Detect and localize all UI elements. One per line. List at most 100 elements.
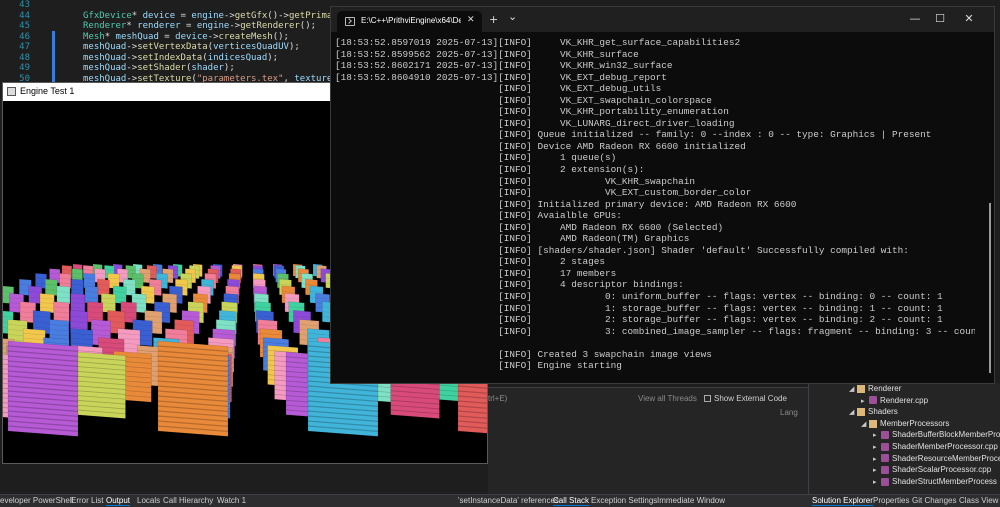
code-line[interactable]: meshQuad->setShader(shader); bbox=[83, 63, 235, 74]
terminal-line: [INFO] Avaialble GPUs: bbox=[335, 210, 622, 222]
solution-file-item[interactable]: ▸ Renderer.cpp bbox=[861, 396, 928, 408]
solution-folder-item[interactable]: ◢ Renderer bbox=[849, 384, 901, 396]
code-line[interactable]: Mesh* meshQuad = device->createMesh(); bbox=[83, 32, 289, 43]
terminal-line: [18:53:52.8597019 2025-07-13][INFO] VK_K… bbox=[335, 37, 741, 48]
tab-properties[interactable]: Properties bbox=[873, 496, 909, 505]
tab-dropdown-button[interactable]: ⌄ bbox=[508, 10, 517, 23]
solution-item-label: ShaderMemberProcessor.cpp bbox=[892, 442, 998, 451]
line-number: 49 bbox=[19, 63, 30, 73]
solution-item-label: ShaderScalarProcessor.cpp bbox=[892, 465, 992, 475]
expand-arrow-icon[interactable]: ▸ bbox=[873, 443, 881, 451]
terminal-line: [INFO] 2 extension(s): bbox=[335, 164, 645, 176]
terminal-line: [INFO] [shaders/shader.json] Shader 'def… bbox=[335, 244, 909, 256]
textured-quad bbox=[101, 293, 116, 314]
textured-quad bbox=[157, 340, 229, 437]
terminal-line: [INFO] VK_EXT_swapchain_colorspace bbox=[335, 94, 712, 106]
terminal-tab[interactable]: E:\C++\PrithviEngine\x64\Del ✕ bbox=[337, 11, 482, 32]
solution-item-label: Renderer bbox=[868, 384, 902, 393]
tab-immediate-window[interactable]: Immediate Window bbox=[657, 496, 725, 505]
expand-arrow-icon[interactable]: ◢ bbox=[849, 385, 857, 393]
terminal-line: [INFO] VK_KHR_swapchain bbox=[335, 175, 696, 187]
terminal-line: [INFO] Engine starting bbox=[335, 360, 622, 372]
terminal-line: [INFO] Queue initialized -- family: 0 --… bbox=[335, 129, 932, 141]
expand-arrow-icon[interactable]: ▸ bbox=[861, 397, 869, 405]
solution-folder-item[interactable]: ◢ Shaders bbox=[849, 407, 898, 419]
code-line[interactable]: Renderer* renderer = engine->getRenderer… bbox=[83, 21, 316, 32]
terminal-window[interactable]: E:\C++\PrithviEngine\x64\Del ✕ + ⌄ — ☐ ✕… bbox=[330, 6, 995, 384]
tab-solution-explorer[interactable]: Solution Explorer bbox=[812, 496, 873, 506]
terminal-tab-bar: E:\C++\PrithviEngine\x64\Del ✕ + ⌄ — ☐ ✕ bbox=[331, 7, 994, 32]
solution-file-item[interactable]: ▸ ShaderStructMemberProcess bbox=[873, 477, 997, 489]
expand-arrow-icon[interactable]: ▸ bbox=[873, 466, 881, 474]
solution-file-item[interactable]: ▸ ShaderBufferBlockMemberPro bbox=[873, 430, 1000, 442]
tab-locals[interactable]: Locals bbox=[137, 496, 160, 505]
terminal-line: [INFO] 1 queue(s) bbox=[335, 152, 617, 164]
tab-git-changes[interactable]: Git Changes bbox=[912, 496, 956, 505]
line-number: 45 bbox=[19, 21, 30, 31]
new-tab-button[interactable]: + bbox=[489, 13, 498, 26]
solution-item-label: ShaderResourceMemberProce bbox=[892, 453, 1000, 463]
tab-error-list[interactable]: Error List bbox=[71, 496, 103, 505]
tab-class-view[interactable]: Class View bbox=[959, 496, 998, 505]
solution-folder-item[interactable]: ◢ MemberProcessors bbox=[861, 419, 949, 431]
terminal-line: [INFO] VK_EXT_debug_utils bbox=[335, 83, 662, 95]
app-window-icon bbox=[7, 87, 16, 96]
tab-watch-1[interactable]: Watch 1 bbox=[217, 496, 246, 505]
language-column-header: Lang bbox=[780, 408, 798, 417]
expand-arrow-icon[interactable]: ◢ bbox=[849, 408, 857, 416]
line-number: 44 bbox=[19, 10, 30, 21]
terminal-line: [INFO] 0: uniform_buffer -- flags: verte… bbox=[335, 291, 943, 303]
code-line[interactable]: meshQuad->setIndexData(indicesQuad); bbox=[83, 53, 278, 64]
cpp-file-icon bbox=[881, 477, 889, 486]
expand-arrow-icon[interactable]: ▸ bbox=[873, 455, 881, 463]
folder-icon bbox=[857, 384, 865, 393]
tab-close-icon[interactable]: ✕ bbox=[467, 15, 475, 25]
show-external-code-button[interactable]: Show External Code bbox=[704, 394, 787, 403]
folder-icon bbox=[869, 419, 877, 428]
solution-file-item[interactable]: ▸ ShaderScalarProcessor.cpp bbox=[873, 465, 991, 477]
terminal-line: [INFO] VK_LUNARG_direct_driver_loading bbox=[335, 117, 735, 129]
expand-arrow-icon[interactable]: ▸ bbox=[873, 478, 881, 486]
tab-exception-settings[interactable]: Exception Settings bbox=[591, 496, 657, 505]
terminal-minimize-button[interactable]: — bbox=[901, 12, 929, 25]
solution-item-label: Renderer.cpp bbox=[880, 395, 929, 405]
textured-quad bbox=[39, 293, 55, 314]
line-number: 43 bbox=[19, 0, 30, 10]
terminal-line: [INFO] Created 3 swapchain image views bbox=[335, 348, 712, 360]
line-number: 47 bbox=[19, 42, 30, 52]
tab-eveloper-powershell[interactable]: eveloper PowerShell bbox=[0, 496, 73, 505]
tab-setinstancedata-references[interactable]: 'setInstanceData' references bbox=[458, 496, 559, 505]
cpp-file-icon bbox=[881, 466, 889, 475]
solution-explorer-panel: ◢ Renderer ▸ Renderer.cpp ◢ Shaders ◢ MemberPro… bbox=[808, 383, 1000, 494]
terminal-line: [INFO] AMD Radeon RX 6600 (Selected) bbox=[335, 221, 724, 233]
solution-file-item[interactable]: ▸ ShaderMemberProcessor.cpp bbox=[873, 442, 998, 454]
terminal-line: [INFO] Device AMD Radeon RX 6600 initial… bbox=[335, 140, 746, 152]
expand-arrow-icon[interactable]: ▸ bbox=[873, 431, 881, 439]
terminal-line: [INFO] 1: storage_buffer -- flags: verte… bbox=[335, 302, 943, 314]
terminal-line: [INFO] AMD Radeon(TM) Graphics bbox=[335, 233, 690, 245]
terminal-maximize-button[interactable]: ☐ bbox=[926, 12, 954, 25]
terminal-line: [INFO] 2 stages bbox=[335, 256, 606, 268]
engine-window-title: Engine Test 1 bbox=[20, 86, 75, 96]
tab-call-hierarchy[interactable]: Call Hierarchy bbox=[163, 496, 213, 505]
terminal-output[interactable]: [18:53:52.8597019 2025-07-13][INFO] VK_K… bbox=[335, 37, 975, 377]
terminal-line: [INFO] 3: combined_image_sampler -- flag… bbox=[335, 325, 975, 337]
folder-icon bbox=[857, 408, 865, 417]
tab-call-stack[interactable]: Call Stack bbox=[553, 496, 590, 506]
change-indicator bbox=[52, 31, 55, 83]
terminal-line: [18:53:52.8602171 2025-07-13][INFO] VK_K… bbox=[335, 60, 673, 72]
view-all-threads-button[interactable]: View all Threads bbox=[638, 394, 697, 403]
terminal-scrollbar[interactable] bbox=[989, 203, 991, 373]
solution-file-item[interactable]: ▸ ShaderResourceMemberProce bbox=[873, 454, 1000, 466]
textured-quad bbox=[71, 278, 84, 296]
textured-quad bbox=[76, 351, 126, 419]
solution-item-label: ShaderStructMemberProcess bbox=[892, 476, 997, 486]
expand-arrow-icon[interactable]: ◢ bbox=[861, 420, 869, 428]
cpp-file-icon bbox=[881, 454, 889, 463]
code-line[interactable]: meshQuad->setVertexData(verticesQuadUV); bbox=[83, 42, 300, 53]
textured-quad bbox=[7, 340, 79, 437]
terminal-close-button[interactable]: ✕ bbox=[955, 12, 983, 25]
tab-output[interactable]: Output bbox=[106, 496, 131, 506]
textured-quad bbox=[97, 278, 110, 296]
